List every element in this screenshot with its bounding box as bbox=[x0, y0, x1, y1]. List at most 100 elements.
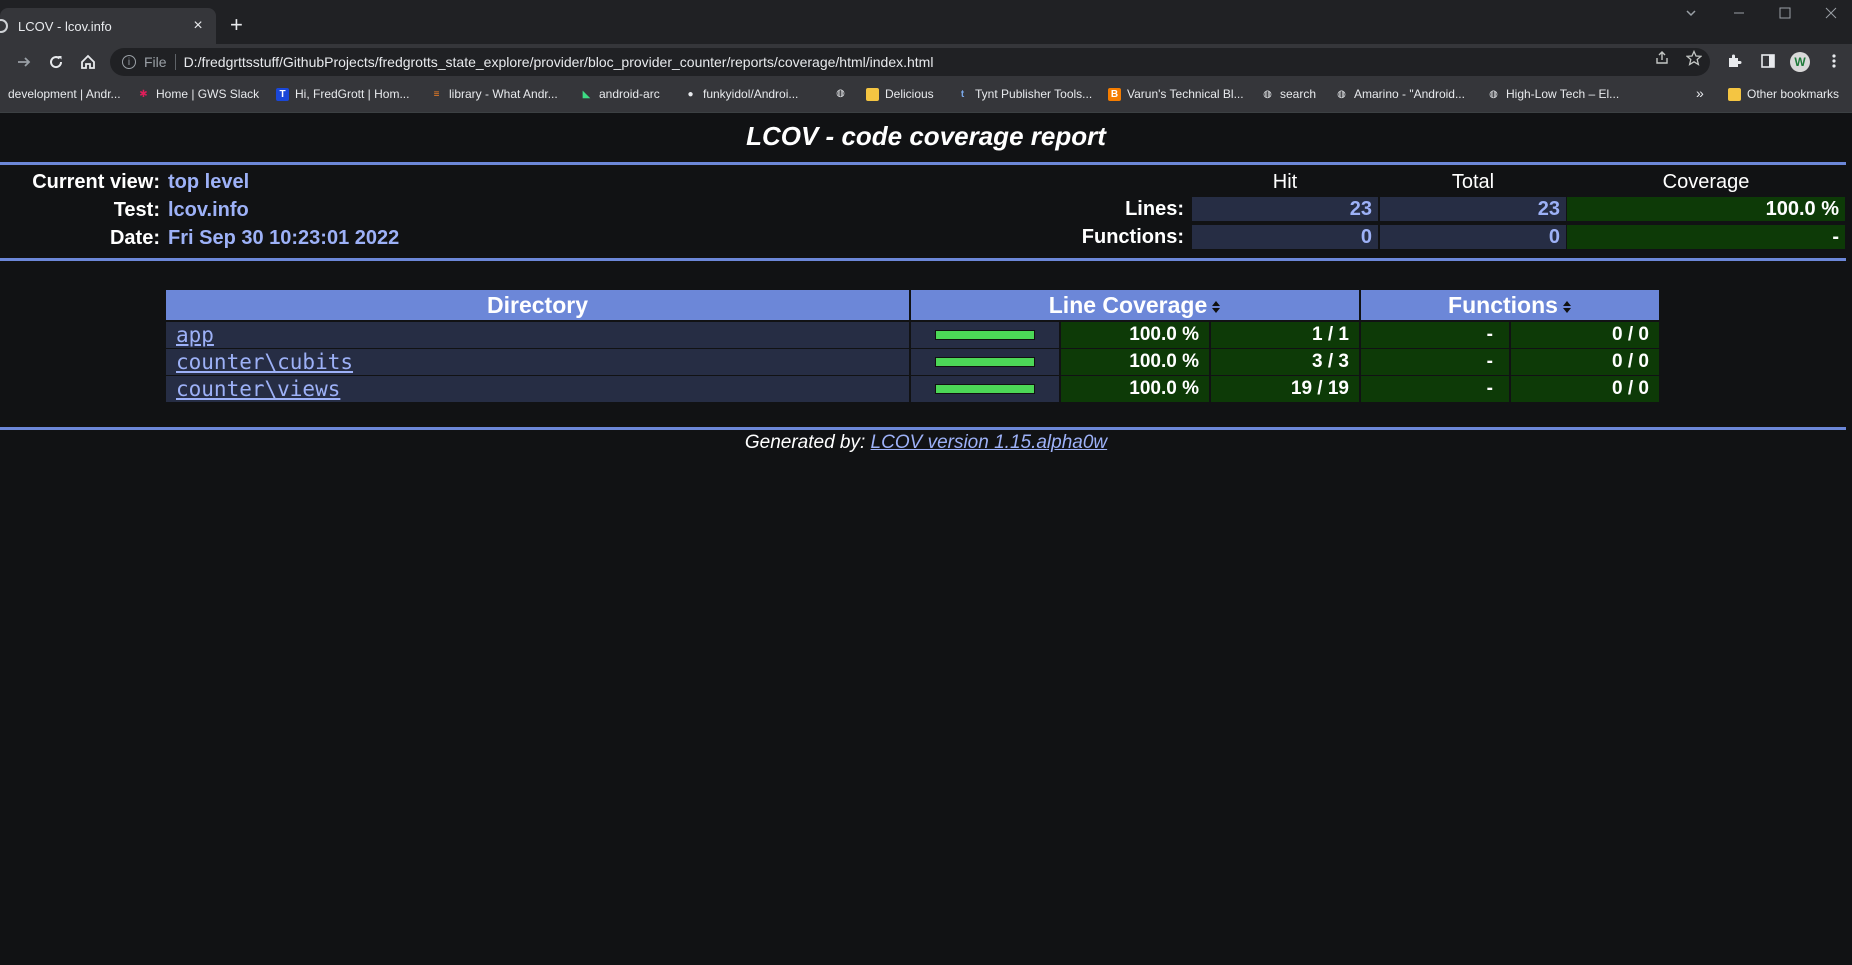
test-label: Test: bbox=[113, 199, 160, 221]
close-tab-icon[interactable]: × bbox=[188, 17, 208, 35]
address-url[interactable]: D:/fredgrttsstuff/GithubProjects/fredgro… bbox=[184, 54, 934, 70]
footer: Generated by: LCOV version 1.15.alpha0w bbox=[0, 432, 1852, 454]
functions-hit: 0 bbox=[1192, 225, 1378, 249]
line-percent-cell: 100.0 % bbox=[1061, 349, 1209, 375]
bookmark-label: library - What Andr... bbox=[449, 87, 558, 101]
bookmark-label: funkyidol/Androi... bbox=[703, 87, 799, 101]
globe-icon: ◍ bbox=[1337, 88, 1346, 100]
tab-search-icon[interactable] bbox=[1684, 6, 1698, 23]
home-icon[interactable] bbox=[76, 50, 100, 74]
reload-icon[interactable] bbox=[44, 50, 68, 74]
bookmark-label: Varun's Technical Bl... bbox=[1127, 87, 1244, 101]
line-ratio-cell: 1 / 1 bbox=[1211, 322, 1359, 348]
total-column-header: Total bbox=[1451, 171, 1495, 193]
browser-tab[interactable]: LCOV - lcov.info × bbox=[0, 8, 216, 44]
bookmark-label: Home | GWS Slack bbox=[156, 87, 260, 101]
bookmark-label: Amarino - "Android... bbox=[1354, 87, 1465, 101]
globe-icon: ◍ bbox=[1263, 88, 1272, 100]
directory-cell: counter\views bbox=[166, 376, 909, 402]
sort-icon[interactable] bbox=[1211, 299, 1221, 315]
coverage-bar bbox=[935, 357, 1035, 367]
bookmark-label: development | Andr... bbox=[8, 87, 121, 101]
coverage-bar-fill bbox=[935, 357, 1035, 367]
address-scheme: File bbox=[144, 54, 167, 70]
directory-link[interactable]: counter\cubits bbox=[176, 350, 353, 374]
bookmark-item[interactable]: t Tynt Publisher Tools... bbox=[956, 87, 1092, 101]
lines-total: 23 bbox=[1380, 197, 1566, 221]
other-bookmarks-label: Other bookmarks bbox=[1747, 87, 1840, 101]
function-ratio-cell: 0 / 0 bbox=[1511, 376, 1659, 402]
bookmark-item[interactable]: ◍ bbox=[834, 87, 853, 100]
lines-hit: 23 bbox=[1192, 197, 1378, 221]
lcov-page: LCOV - code coverage report Current view… bbox=[0, 113, 1852, 965]
coverage-bar-cell bbox=[911, 349, 1059, 375]
bookmark-item[interactable]: development | Andr... bbox=[8, 87, 121, 101]
minimize-icon[interactable] bbox=[1732, 6, 1746, 23]
close-window-icon[interactable] bbox=[1824, 6, 1838, 23]
bookmark-item[interactable]: ◍ search bbox=[1261, 87, 1316, 101]
other-bookmarks[interactable]: Other bookmarks bbox=[1728, 87, 1839, 101]
bookmark-item[interactable]: T Hi, FredGrott | Hom... bbox=[276, 87, 409, 101]
t-logo-icon: T bbox=[276, 87, 289, 101]
hit-column-header: Hit bbox=[1272, 171, 1298, 193]
functions-header[interactable]: Functions bbox=[1361, 290, 1659, 320]
function-percent-cell: - bbox=[1361, 322, 1509, 348]
lcov-version-link[interactable]: LCOV version 1.15.alpha0w bbox=[871, 432, 1108, 453]
bookmark-item[interactable]: B Varun's Technical Bl... bbox=[1108, 87, 1244, 101]
globe-icon: ◍ bbox=[836, 88, 845, 99]
table-row: counter\cubits 100.0 % 3 / 3 - 0 / 0 bbox=[166, 349, 1659, 375]
browser-toolbar: i File D:/fredgrttsstuff/GithubProjects/… bbox=[0, 44, 1852, 80]
bookmark-item[interactable]: ≡ library - What Andr... bbox=[430, 87, 558, 101]
forward-icon[interactable] bbox=[12, 50, 36, 74]
bookmark-label: Delicious bbox=[885, 87, 934, 101]
coverage-bar-cell bbox=[911, 322, 1059, 348]
line-coverage-header[interactable]: Line Coverage bbox=[911, 290, 1359, 320]
folder-icon bbox=[866, 87, 879, 101]
bookmark-label: High-Low Tech – El... bbox=[1506, 87, 1620, 101]
bookmark-item[interactable]: ◍ High-Low Tech – El... bbox=[1487, 87, 1619, 101]
more-bookmarks-icon[interactable]: » bbox=[1696, 85, 1704, 101]
function-ratio-cell: 0 / 0 bbox=[1511, 322, 1659, 348]
sort-icon[interactable] bbox=[1562, 299, 1572, 315]
profile-avatar[interactable]: W bbox=[1790, 52, 1810, 72]
coverage-bar-fill bbox=[935, 384, 1035, 394]
bookmark-item[interactable]: ✱ Home | GWS Slack bbox=[137, 87, 259, 101]
coverage-bar-cell bbox=[911, 376, 1059, 402]
side-panel-icon[interactable] bbox=[1756, 49, 1780, 73]
library-icon: ≡ bbox=[433, 88, 440, 100]
functions-total: 0 bbox=[1380, 225, 1566, 249]
bookmark-label: Hi, FredGrott | Hom... bbox=[295, 87, 410, 101]
menu-kebab-icon[interactable] bbox=[1822, 49, 1846, 73]
coverage-bar bbox=[935, 384, 1035, 394]
functions-label: Functions: bbox=[1081, 226, 1184, 248]
new-tab-icon[interactable]: + bbox=[230, 14, 243, 36]
android-icon: ◣ bbox=[582, 88, 591, 100]
extensions-icon[interactable] bbox=[1722, 49, 1746, 73]
line-ratio-cell: 3 / 3 bbox=[1211, 349, 1359, 375]
bookmark-star-icon[interactable] bbox=[1685, 49, 1703, 71]
bookmark-item[interactable]: ● funkyidol/Androi... bbox=[684, 87, 798, 101]
site-info-icon[interactable]: i bbox=[122, 55, 136, 69]
lines-coverage: 100.0 % bbox=[1567, 197, 1845, 221]
globe-icon bbox=[0, 19, 8, 33]
directory-cell: app bbox=[166, 322, 909, 348]
functions-header-label: Functions bbox=[1448, 292, 1558, 318]
directory-header-label: Directory bbox=[487, 292, 588, 318]
slack-icon: ✱ bbox=[139, 88, 148, 100]
bookmark-item[interactable]: ◣ android-arc bbox=[580, 87, 660, 101]
bookmark-item[interactable]: Delicious bbox=[866, 87, 934, 101]
table-row: counter\views 100.0 % 19 / 19 - 0 / 0 bbox=[166, 376, 1659, 402]
table-row: app 100.0 % 1 / 1 - 0 / 0 bbox=[166, 322, 1659, 348]
functions-coverage: - bbox=[1567, 225, 1845, 249]
share-icon[interactable] bbox=[1654, 50, 1670, 71]
directory-link[interactable]: app bbox=[176, 323, 214, 347]
bookmark-item[interactable]: ◍ Amarino - "Android... bbox=[1335, 87, 1465, 101]
maximize-icon[interactable] bbox=[1778, 6, 1792, 23]
browser-tabstrip: LCOV - lcov.info × + bbox=[0, 0, 1852, 44]
coverage-bar bbox=[935, 330, 1035, 340]
directory-link[interactable]: counter\views bbox=[176, 377, 340, 401]
current-view-label: Current view: bbox=[32, 171, 160, 193]
blogger-icon: B bbox=[1108, 87, 1121, 101]
tab-title: LCOV - lcov.info bbox=[18, 18, 112, 34]
address-bar[interactable]: i File D:/fredgrttsstuff/GithubProjects/… bbox=[110, 48, 1710, 76]
